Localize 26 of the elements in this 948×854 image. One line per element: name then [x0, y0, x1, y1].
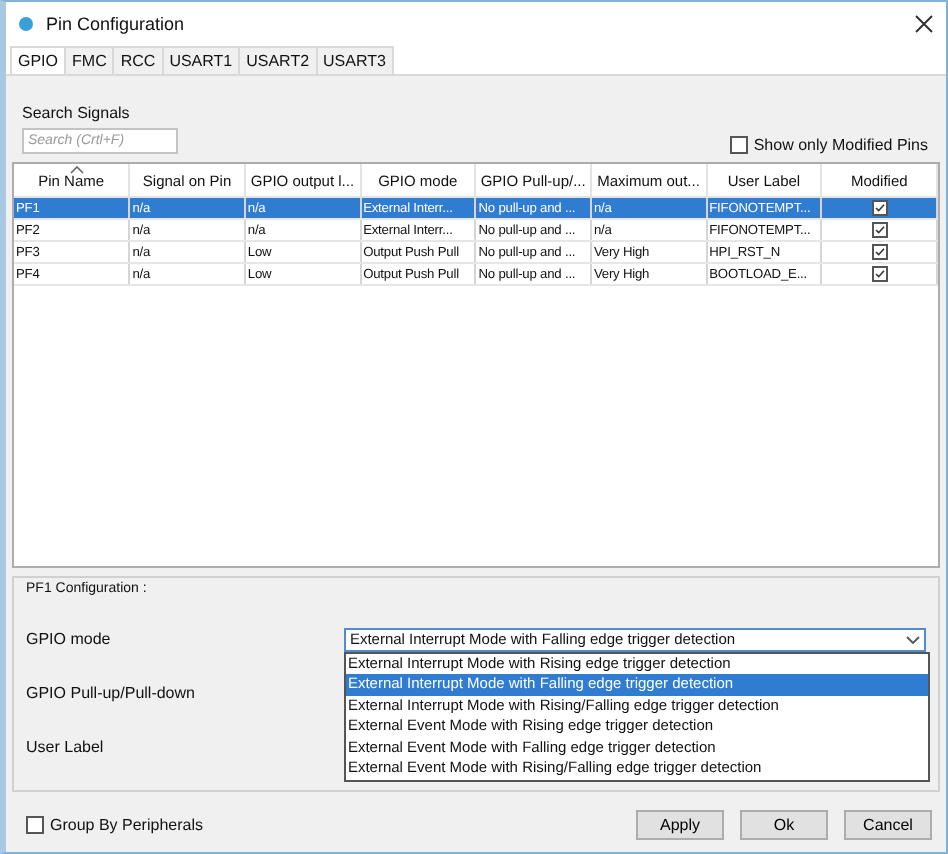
checkbox-label: Group By Peripherals [50, 815, 203, 833]
checkbox[interactable] [871, 222, 888, 238]
dialog-button[interactable]: Ok [740, 809, 828, 839]
field-label: GPIO Pull-up/Pull-down [26, 684, 197, 702]
caret-icon [905, 635, 919, 643]
field-label: User Label [26, 738, 106, 756]
checkbox[interactable] [871, 266, 888, 282]
close-icon [914, 14, 934, 34]
checkbox[interactable] [871, 200, 888, 216]
dialog-button[interactable]: Cancel [844, 809, 932, 839]
field-label: GPIO mode [26, 630, 113, 648]
checkbox[interactable] [871, 244, 888, 260]
tab[interactable]: USART1 [161, 46, 241, 74]
sort-icon [70, 166, 84, 174]
tab[interactable]: USART3 [315, 46, 394, 74]
tab[interactable]: RCC [112, 46, 164, 74]
dialog-button[interactable]: Apply [636, 809, 724, 839]
window-title: Pin Configuration [46, 14, 187, 34]
checkbox[interactable] [729, 136, 748, 154]
checkbox-label: Show only Modified Pins [753, 136, 928, 154]
checkbox[interactable] [26, 815, 44, 833]
tab[interactable]: FMC [64, 46, 115, 74]
tab[interactable]: USART2 [238, 46, 318, 74]
search-label: Search Signals [22, 104, 132, 122]
tab[interactable]: GPIO [10, 46, 67, 74]
app-icon [18, 16, 34, 32]
